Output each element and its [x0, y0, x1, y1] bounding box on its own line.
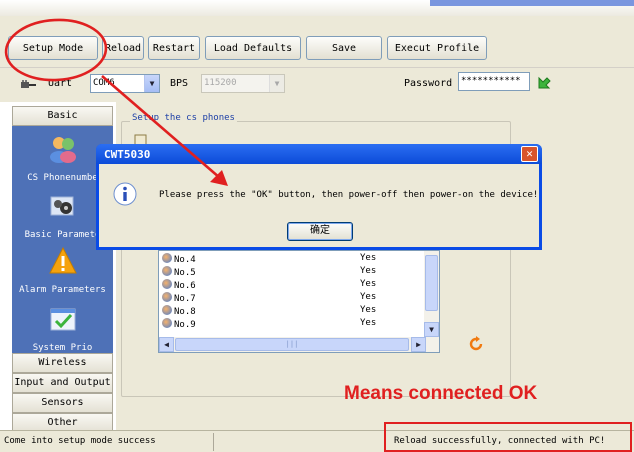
phone-name: No.8	[174, 307, 196, 317]
tab-sensors[interactable]: Sensors	[12, 393, 113, 413]
cs-phone-list[interactable]: No.4 Yes No.5 Yes No.6 Yes No.7 Yes No.8 Yes …	[158, 250, 440, 353]
dialog-titlebar: CWT5030 ✕	[96, 144, 542, 164]
list-item[interactable]: No.4 Yes	[162, 253, 424, 265]
phone-enabled: Yes	[360, 266, 377, 276]
list-item[interactable]: No.7 Yes	[162, 292, 424, 304]
execute-profile-button[interactable]: Execut Profile	[387, 36, 487, 60]
people-icon	[49, 137, 76, 163]
chevron-down-icon[interactable]: ▼	[424, 322, 439, 337]
restart-notice-dialog: CWT5030 ✕ Please press the "OK" button, …	[96, 144, 542, 250]
tab-input-output[interactable]: Input and Output	[12, 373, 113, 393]
sidebar-item-system-prio[interactable]: System Prio	[12, 304, 113, 353]
password-input[interactable]: ***********	[458, 72, 530, 91]
phone-contact-icon	[162, 318, 172, 328]
phone-contact-icon	[162, 266, 172, 276]
tab-wireless[interactable]: Wireless	[12, 353, 113, 373]
reload-button[interactable]: Reload	[102, 36, 144, 60]
phone-enabled: Yes	[360, 253, 377, 263]
phone-name: No.7	[174, 294, 196, 304]
sidebar-item-alarm-parameters[interactable]: Alarm Parameters	[12, 246, 113, 295]
serial-cable-icon	[21, 80, 36, 88]
phone-name: No.9	[174, 320, 196, 330]
phone-enabled: Yes	[360, 292, 377, 302]
tab-basic[interactable]: Basic	[12, 106, 113, 126]
dialog-message: Please press the "OK" button, then power…	[159, 190, 539, 200]
phone-contact-icon	[162, 279, 172, 289]
phone-enabled: Yes	[360, 318, 377, 328]
list-item[interactable]: No.5 Yes	[162, 266, 424, 278]
phone-name: No.4	[174, 255, 196, 265]
toolbar: Setup Mode Reload Restart Load Defaults …	[0, 16, 634, 68]
restart-button[interactable]: Restart	[148, 36, 200, 60]
bps-select: 115200 ▼	[201, 74, 285, 93]
dialog-body: Please press the "OK" button, then power…	[99, 164, 539, 247]
go-arrow-icon[interactable]	[537, 76, 551, 90]
horizontal-scrollbar[interactable]: ◀ ||| ▶	[159, 337, 426, 352]
setup-mode-button[interactable]: Setup Mode	[8, 36, 98, 60]
load-defaults-button[interactable]: Load Defaults	[205, 36, 301, 60]
uart-port-value: COM6	[93, 78, 115, 88]
save-button[interactable]: Save	[306, 36, 382, 60]
window-title-fragment	[430, 0, 634, 6]
status-divider	[213, 433, 214, 451]
sidebar-item-label: Alarm Parameters	[19, 285, 106, 295]
phone-enabled: Yes	[360, 305, 377, 315]
dialog-title: CWT5030	[104, 148, 151, 161]
ok-button[interactable]: 确定	[287, 222, 353, 241]
phone-contact-icon	[162, 253, 172, 263]
window-top-edge	[0, 0, 634, 16]
chevron-down-icon: ▼	[269, 75, 284, 92]
close-icon[interactable]: ✕	[521, 146, 538, 162]
list-item[interactable]: No.9 Yes	[162, 318, 424, 330]
bps-label: BPS	[170, 78, 189, 89]
checklist-icon	[50, 308, 75, 331]
uart-port-select[interactable]: COM6 ▼	[90, 74, 160, 93]
sidebar-item-label: System Prio	[32, 343, 93, 353]
chevron-left-icon[interactable]: ◀	[159, 337, 174, 352]
scroll-thumb[interactable]	[425, 255, 438, 311]
bps-value: 115200	[204, 78, 237, 88]
chevron-down-icon: ▼	[144, 75, 159, 92]
highlight-box	[384, 422, 632, 452]
phone-contact-icon	[162, 305, 172, 315]
phone-name: No.5	[174, 268, 196, 278]
list-item[interactable]: No.6 Yes	[162, 279, 424, 291]
warning-icon	[48, 246, 77, 274]
status-left-text: Come into setup mode success	[4, 436, 156, 446]
list-item[interactable]: No.8 Yes	[162, 305, 424, 317]
annotation-text: Means connected OK	[344, 383, 538, 404]
password-label: Password	[404, 78, 453, 89]
groupbox-title: Setup the cs phones	[130, 113, 237, 123]
refresh-icon[interactable]	[468, 336, 484, 352]
connection-settings-row: Uart COM6 ▼ BPS 115200 ▼ Password	[0, 68, 634, 102]
phone-enabled: Yes	[360, 279, 377, 289]
info-icon	[113, 182, 137, 206]
phone-name: No.6	[174, 281, 196, 291]
uart-label: Uart	[48, 78, 73, 89]
gears-icon	[50, 196, 73, 216]
chevron-right-icon[interactable]: ▶	[411, 337, 426, 352]
phone-contact-icon	[162, 292, 172, 302]
vertical-scrollbar[interactable]: ▼	[424, 251, 439, 352]
scroll-thumb[interactable]: |||	[175, 338, 409, 351]
